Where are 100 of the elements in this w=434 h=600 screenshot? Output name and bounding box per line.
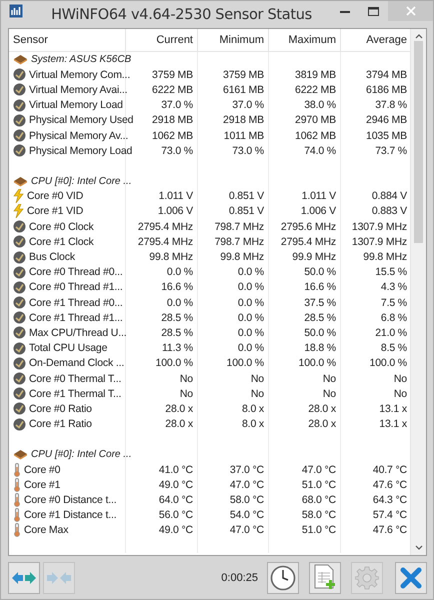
sensor-name: Physical Memory Used [29, 114, 134, 126]
chip-icon [13, 448, 28, 460]
sensor-value: 2795.6 MHz [280, 220, 336, 233]
sensor-value: 13.1 x [379, 418, 407, 430]
gauge-icon [13, 235, 26, 248]
clock-button[interactable] [267, 562, 299, 594]
sensor-value: No [322, 372, 336, 385]
sensor-value: No [394, 372, 407, 385]
scroll-down-icon[interactable] [414, 545, 422, 552]
column-header[interactable]: Sensor [9, 29, 126, 51]
scroll-thumb[interactable] [414, 41, 423, 243]
chip-icon [13, 176, 28, 187]
sensor-value: 73.0 % [232, 144, 264, 157]
column-header[interactable]: Current [126, 29, 198, 51]
sensor-value: 37.0 % [161, 99, 193, 112]
gauge-icon [13, 144, 26, 158]
sensor-name: Core #0 Distance t... [24, 494, 117, 506]
close-icon [400, 567, 422, 590]
sensor-value: 11.3 % [162, 342, 193, 354]
sensor-value: 1.006 V [300, 205, 336, 218]
chip-icon [13, 54, 28, 66]
sensor-value: 8.0 x [242, 418, 264, 430]
sensor-name: Core Max [24, 524, 68, 536]
sensor-value: 68.0 °C [302, 494, 336, 506]
sensor-value: 99.8 MHz [220, 251, 264, 264]
maximize-icon[interactable] [368, 6, 378, 16]
sensor-value: No [250, 388, 264, 400]
gauge-icon [13, 311, 26, 324]
sensor-name: Core #0 VID [27, 190, 84, 202]
expand-button[interactable] [8, 562, 40, 594]
sensor-value: 2795.4 MHz [138, 236, 193, 248]
sensor-value: 0.0 % [238, 296, 264, 309]
sensor-name: On-Demand Clock ... [29, 357, 124, 370]
sensor-value: 8.5 % [380, 342, 407, 354]
gauge-icon [13, 114, 26, 127]
sensor-value: 56.0 °C [158, 509, 193, 522]
sensor-value: 16.6 % [304, 281, 336, 294]
sensor-value: 0.0 % [238, 266, 264, 278]
sensor-value: 50.0 % [304, 326, 336, 339]
sensor-name: Core #1 [24, 478, 60, 491]
sensor-value: 57.4 °C [372, 509, 407, 522]
sensor-value: 6.8 % [380, 312, 407, 324]
sensor-value: No [180, 388, 193, 400]
sensor-value: 47.6 °C [372, 478, 407, 491]
sensor-value: 28.0 x [165, 418, 193, 430]
sensor-value: 41.0 °C [158, 464, 193, 476]
sensor-name: Core #1 Thread #1... [29, 312, 123, 324]
gauge-icon [13, 266, 26, 279]
sensor-value: 51.0 °C [302, 524, 336, 536]
scroll-up-icon[interactable] [414, 33, 422, 39]
sensor-value: 2946 MB [366, 114, 407, 126]
sensor-value: 798.7 MHz [214, 220, 264, 233]
sensor-value: No [322, 388, 336, 400]
clock-icon [270, 565, 296, 592]
sensor-value: 16.6 % [161, 281, 193, 294]
sensor-value: 47.6 °C [372, 524, 407, 536]
gauge-icon [13, 220, 26, 234]
minimize-icon[interactable] [340, 10, 350, 12]
sensor-name: Core #0 Ratio [29, 402, 92, 415]
sensor-value: 99.9 MHz [292, 251, 336, 264]
gauge-icon [13, 402, 26, 416]
sensor-name: Physical Memory Load [29, 144, 132, 157]
sensor-name: Core #1 VID [27, 205, 84, 218]
gauge-icon [13, 129, 26, 142]
sensor-value: No [394, 388, 407, 400]
sensor-value: 2918 MB [223, 114, 264, 126]
sensor-value: 6186 MB [366, 84, 407, 96]
elapsed-time: 0:00:25 [221, 572, 258, 584]
sensor-name: Virtual Memory Load [29, 99, 123, 112]
sensor-value: 1062 MB [295, 130, 336, 142]
sensor-value: 100.0 % [370, 357, 407, 370]
sensor-value: 28.0 x [308, 418, 336, 430]
sensor-value: 73.7 % [375, 144, 407, 157]
group-label: CPU [#0]: Intel Core ... [31, 448, 132, 460]
column-header[interactable]: Minimum [198, 29, 269, 51]
sensor-name: Core #1 Thermal T... [29, 388, 122, 400]
sensor-value: 1307.9 MHz [352, 220, 407, 233]
sensor-value: 0.851 V [228, 190, 264, 202]
sensor-value: 28.0 x [165, 402, 193, 415]
sensor-value: 0.0 % [166, 296, 193, 309]
sensor-value: 3794 MB [366, 68, 407, 81]
sensor-value: 40.7 °C [372, 464, 407, 476]
sensor-name: Physical Memory Av... [29, 130, 128, 142]
sensor-value: 8.0 x [242, 402, 264, 415]
sensor-value: 3819 MB [295, 68, 336, 81]
sensor-value: 2795.4 MHz [280, 236, 336, 248]
sensor-value: 37.5 % [304, 296, 336, 309]
column-header[interactable]: Maximum [269, 29, 341, 51]
close-button[interactable] [395, 562, 427, 594]
scrollbar[interactable] [410, 29, 426, 556]
sensor-value: 100.0 % [156, 357, 193, 370]
sensor-value: 0.0 % [238, 312, 264, 324]
sensor-value: 28.0 x [308, 402, 336, 415]
settings-icon [355, 566, 379, 590]
report-button[interactable] [309, 562, 341, 594]
sensor-value: No [180, 372, 193, 385]
sensor-value: 6222 MB [152, 84, 193, 96]
sensor-value: 58.0 °C [230, 494, 264, 506]
sensor-name: Core #0 Thermal T... [29, 372, 122, 385]
sensor-value: 1.011 V [158, 190, 193, 202]
